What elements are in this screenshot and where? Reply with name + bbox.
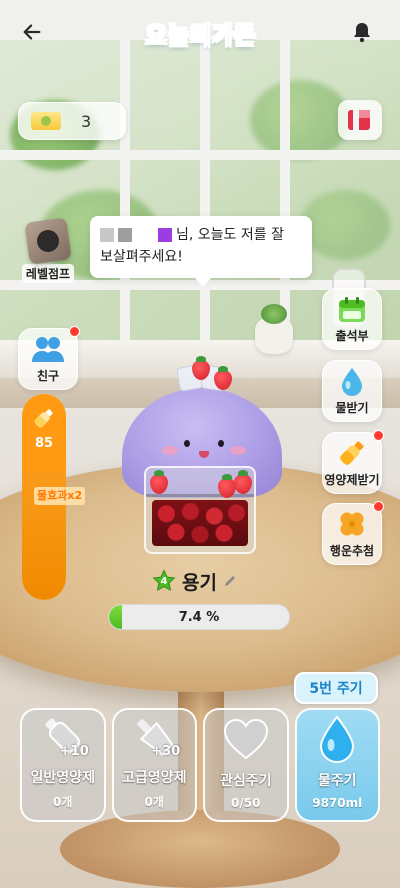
bell-icon xyxy=(354,23,370,43)
water-drop-icon xyxy=(342,368,362,396)
plant-name: 용기 xyxy=(182,571,217,594)
level-jump-label: 레벨점프 xyxy=(21,264,75,283)
friends-label: 친구 xyxy=(36,369,60,383)
normal-nutrient-title: 일반영양제 xyxy=(30,770,95,786)
water-five-times-button[interactable]: 5번 주기 xyxy=(294,672,378,704)
app-title: 오늘의가든 xyxy=(145,23,257,50)
normal-nutrient-count: 0개 xyxy=(53,795,73,809)
growth-progress-label: 7.4 % xyxy=(178,609,220,625)
level-jump-button[interactable]: 레벨점프 xyxy=(20,217,76,286)
water-amount: 9870ml xyxy=(312,796,363,810)
give-water-button[interactable]: 물주기 9870ml xyxy=(294,708,380,822)
character-cheek xyxy=(162,446,178,455)
character-mouth xyxy=(199,451,209,458)
premium-nutrient-title: 고급영양제 xyxy=(122,770,187,786)
give-water-title: 물주기 xyxy=(317,773,357,789)
gift-button[interactable] xyxy=(338,100,382,140)
redacted-name-block xyxy=(100,228,114,242)
premium-nutrient-button[interactable]: +30 고급영양제 0개 xyxy=(111,708,197,822)
plant-level: 4 xyxy=(160,575,168,587)
star-icon: 4 xyxy=(152,569,176,593)
water-drop-icon xyxy=(307,714,367,764)
plant-character[interactable] xyxy=(118,356,288,558)
arrow-left-icon xyxy=(23,24,41,40)
gauge-header: 85 xyxy=(22,394,66,472)
strawberry xyxy=(214,366,232,390)
calendar-icon xyxy=(339,297,365,322)
give-attention-button[interactable]: 관심주기 0/50 xyxy=(203,708,289,822)
gauge-value: 85 xyxy=(34,436,54,451)
notification-dot xyxy=(69,326,80,337)
redacted-name-block xyxy=(158,228,172,242)
water-receive-label: 물받기 xyxy=(335,401,369,415)
gift-box-icon xyxy=(348,110,370,130)
heart-icon xyxy=(216,714,276,764)
premium-nutrient-plus: +30 xyxy=(151,744,181,759)
nutrient-bottle-icon xyxy=(34,409,53,428)
people-icon xyxy=(32,337,64,362)
normal-nutrient-plus: +10 xyxy=(59,744,89,759)
normal-nutrient-button[interactable]: +10 일반영양제 0개 xyxy=(20,708,106,822)
character-eye xyxy=(184,440,190,447)
premium-nutrient-count: 0개 xyxy=(144,795,164,809)
luck-draw-button[interactable]: 행운추첨 xyxy=(322,501,384,565)
level-jump-icon xyxy=(24,217,72,265)
nutrient-receive-button[interactable]: 영양제받기 xyxy=(322,430,384,494)
notification-dot xyxy=(373,430,384,441)
back-button[interactable] xyxy=(18,18,46,46)
coupon-counter[interactable]: 3 xyxy=(18,102,126,140)
attendance-label: 출석부 xyxy=(335,329,369,343)
notification-button[interactable] xyxy=(348,18,376,46)
nutrient-bottle-icon: +10 xyxy=(33,711,93,761)
give-attention-title: 관심주기 xyxy=(219,773,272,789)
speech-bubble: 님, 오늘도 저를 잘 보살펴주세요! xyxy=(90,216,312,287)
water-effect-badge: 물효과x2 xyxy=(34,487,86,505)
coupon-count: 3 xyxy=(81,111,92,131)
redacted-name-block xyxy=(118,228,132,242)
character-cheek xyxy=(230,446,246,455)
friends-button[interactable]: 친구 xyxy=(18,326,80,390)
premium-nutrient-icon: +30 xyxy=(124,711,184,761)
action-bar: +10 일반영양제 0개 +30 고급영양제 0개 관심주기 0/50 물주기 … xyxy=(20,708,380,822)
luck-draw-label: 행운추첨 xyxy=(329,544,375,558)
nutrient-receive-label: 영양제받기 xyxy=(324,473,380,487)
ticket-icon xyxy=(31,112,61,130)
speech-line-2: 보살펴주세요! xyxy=(100,249,183,265)
notification-dot xyxy=(373,501,384,512)
speech-line-1: 님, 오늘도 저를 잘 xyxy=(176,227,284,243)
give-attention-count: 0/50 xyxy=(231,796,261,810)
nutrient-bottle-icon xyxy=(340,441,364,465)
header: 오늘의가든 xyxy=(0,0,400,66)
growth-progress-bar: 7.4 % xyxy=(108,604,290,630)
water-receive-button[interactable]: 물받기 xyxy=(322,360,382,422)
plant-name-row: 4 용기 xyxy=(152,568,237,594)
app-title-logo: 오늘의가든 xyxy=(128,10,274,56)
pencil-icon[interactable] xyxy=(223,574,237,588)
character-eye xyxy=(218,440,224,447)
four-leaf-clover-icon xyxy=(340,512,364,536)
attendance-button[interactable]: 출석부 xyxy=(322,288,382,350)
